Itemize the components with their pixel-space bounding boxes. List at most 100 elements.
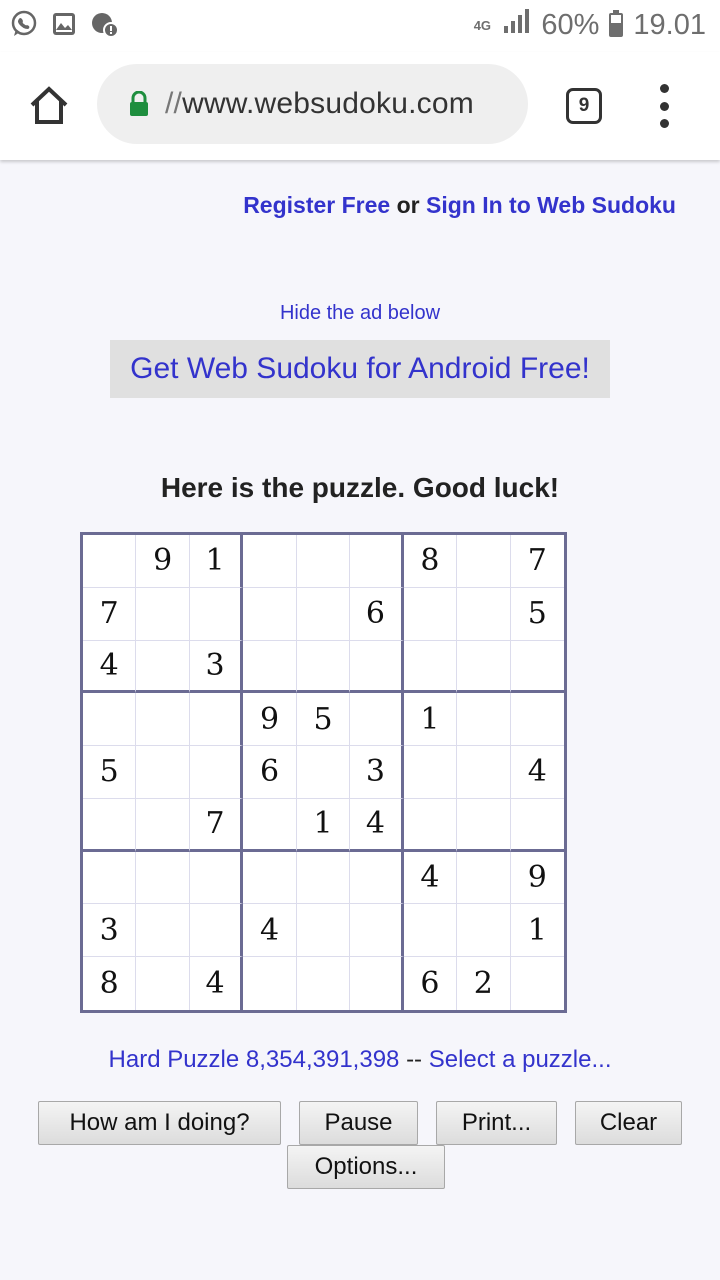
sudoku-cell[interactable]: 6 xyxy=(350,587,404,641)
sudoku-cell[interactable]: 2 xyxy=(457,957,511,1010)
sudoku-cell[interactable] xyxy=(83,851,137,905)
sudoku-cell[interactable] xyxy=(350,535,404,588)
notification-icon xyxy=(90,10,119,38)
sudoku-cell[interactable] xyxy=(136,693,190,747)
sudoku-cell[interactable]: 6 xyxy=(243,746,297,799)
sudoku-cell[interactable]: 1 xyxy=(189,535,244,588)
sudoku-cell[interactable] xyxy=(136,640,190,694)
sudoku-cell[interactable]: 7 xyxy=(189,798,244,852)
sudoku-cell[interactable] xyxy=(243,535,297,588)
sudoku-cell[interactable] xyxy=(243,587,297,641)
sudoku-cell[interactable]: 1 xyxy=(403,693,458,747)
sudoku-cell[interactable]: 4 xyxy=(243,904,297,958)
sudoku-cell[interactable] xyxy=(403,640,458,694)
sudoku-cell[interactable] xyxy=(457,746,511,799)
sudoku-cell[interactable] xyxy=(296,640,351,694)
sudoku-cell[interactable]: 9 xyxy=(136,535,190,588)
sudoku-cell[interactable]: 5 xyxy=(296,693,351,747)
sudoku-cell[interactable] xyxy=(189,851,244,905)
sudoku-cell[interactable] xyxy=(457,904,511,958)
sudoku-cell[interactable] xyxy=(350,693,404,747)
sudoku-cell[interactable] xyxy=(83,798,137,852)
sudoku-cell[interactable] xyxy=(457,535,511,588)
clear-button[interactable]: Clear xyxy=(575,1101,682,1145)
more-menu-icon[interactable] xyxy=(654,84,674,128)
sudoku-cell[interactable] xyxy=(457,798,511,852)
sudoku-cell[interactable] xyxy=(510,693,564,747)
sudoku-cell[interactable]: 4 xyxy=(83,640,137,694)
sudoku-cell[interactable] xyxy=(83,535,137,588)
sudoku-cell[interactable]: 9 xyxy=(243,693,297,747)
sudoku-cell[interactable] xyxy=(243,957,297,1010)
sudoku-cell[interactable] xyxy=(296,904,351,958)
sudoku-cell[interactable] xyxy=(350,957,404,1010)
sudoku-cell[interactable]: 8 xyxy=(83,957,137,1010)
sudoku-cell[interactable] xyxy=(457,693,511,747)
sudoku-cell[interactable] xyxy=(243,640,297,694)
sudoku-cell[interactable]: 6 xyxy=(404,957,458,1010)
sudoku-cell[interactable] xyxy=(136,904,190,958)
sudoku-cell[interactable] xyxy=(511,957,564,1010)
sudoku-cell[interactable] xyxy=(457,587,511,641)
address-bar[interactable]: //www.websudoku.com xyxy=(97,64,528,144)
home-icon[interactable] xyxy=(28,84,70,126)
sudoku-cell[interactable] xyxy=(136,746,190,799)
tab-switcher-button[interactable]: 9 xyxy=(566,88,602,124)
sign-in-link[interactable]: Sign In to Web Sudoku xyxy=(426,192,676,218)
sudoku-cell[interactable] xyxy=(457,640,511,694)
select-puzzle-link[interactable]: Select a puzzle... xyxy=(429,1046,612,1073)
hide-ad-link[interactable]: Hide the ad below xyxy=(0,302,720,325)
sudoku-cell[interactable]: 3 xyxy=(350,746,404,799)
sudoku-cell[interactable] xyxy=(136,587,190,641)
sudoku-cell[interactable]: 4 xyxy=(190,957,244,1010)
sudoku-cell[interactable]: 3 xyxy=(189,640,244,694)
sudoku-cell[interactable]: 7 xyxy=(83,587,137,641)
sudoku-cell[interactable]: 4 xyxy=(510,746,564,799)
sudoku-cell[interactable] xyxy=(296,587,351,641)
options-button[interactable]: Options... xyxy=(287,1145,445,1189)
or-text: or xyxy=(396,192,420,218)
sudoku-cell[interactable] xyxy=(403,587,458,641)
sudoku-cell[interactable] xyxy=(296,535,351,588)
sudoku-cell[interactable] xyxy=(189,587,244,641)
sudoku-cell[interactable] xyxy=(403,746,458,799)
sudoku-cell[interactable] xyxy=(296,746,351,799)
sudoku-cell[interactable]: 5 xyxy=(510,588,564,641)
sudoku-cell[interactable] xyxy=(189,904,244,958)
sudoku-cell[interactable] xyxy=(136,851,190,905)
sudoku-cell[interactable] xyxy=(243,851,297,905)
how-am-i-doing-button[interactable]: How am I doing? xyxy=(38,1101,281,1145)
sudoku-cell[interactable] xyxy=(510,799,564,852)
sudoku-cell[interactable] xyxy=(403,798,458,852)
sudoku-cell[interactable] xyxy=(83,693,137,747)
sudoku-cell[interactable] xyxy=(297,957,351,1010)
sudoku-cell[interactable] xyxy=(350,904,404,958)
sudoku-cell[interactable]: 3 xyxy=(83,904,137,958)
sudoku-cell[interactable]: 4 xyxy=(350,798,404,852)
sudoku-cell[interactable] xyxy=(510,641,564,694)
sudoku-cell[interactable] xyxy=(296,851,351,905)
sudoku-cell[interactable] xyxy=(457,851,511,905)
register-link[interactable]: Register Free xyxy=(243,192,390,218)
sudoku-cell[interactable] xyxy=(350,851,404,905)
sudoku-cell[interactable]: 4 xyxy=(403,851,458,905)
sudoku-cell[interactable]: 5 xyxy=(83,746,137,799)
sudoku-cell[interactable] xyxy=(243,798,297,852)
page-title: Here is the puzzle. Good luck! xyxy=(160,472,560,503)
sudoku-cell[interactable] xyxy=(403,904,458,958)
status-indicators: 4G 60% 19.01 xyxy=(471,8,706,42)
lock-icon xyxy=(129,90,149,117)
sudoku-cell[interactable] xyxy=(350,640,404,694)
sudoku-cell[interactable] xyxy=(189,693,244,747)
sudoku-cell[interactable]: 8 xyxy=(403,535,458,588)
sudoku-cell[interactable]: 1 xyxy=(510,904,564,958)
pause-button[interactable]: Pause xyxy=(299,1101,418,1145)
print-button[interactable]: Print... xyxy=(436,1101,557,1145)
sudoku-cell[interactable]: 9 xyxy=(510,852,564,905)
sudoku-cell[interactable]: 1 xyxy=(296,798,351,852)
ad-banner[interactable]: Get Web Sudoku for Android Free! xyxy=(110,340,610,398)
sudoku-cell[interactable]: 7 xyxy=(510,535,564,588)
sudoku-cell[interactable] xyxy=(189,746,244,799)
sudoku-cell[interactable] xyxy=(136,798,190,852)
sudoku-cell[interactable] xyxy=(136,957,190,1010)
